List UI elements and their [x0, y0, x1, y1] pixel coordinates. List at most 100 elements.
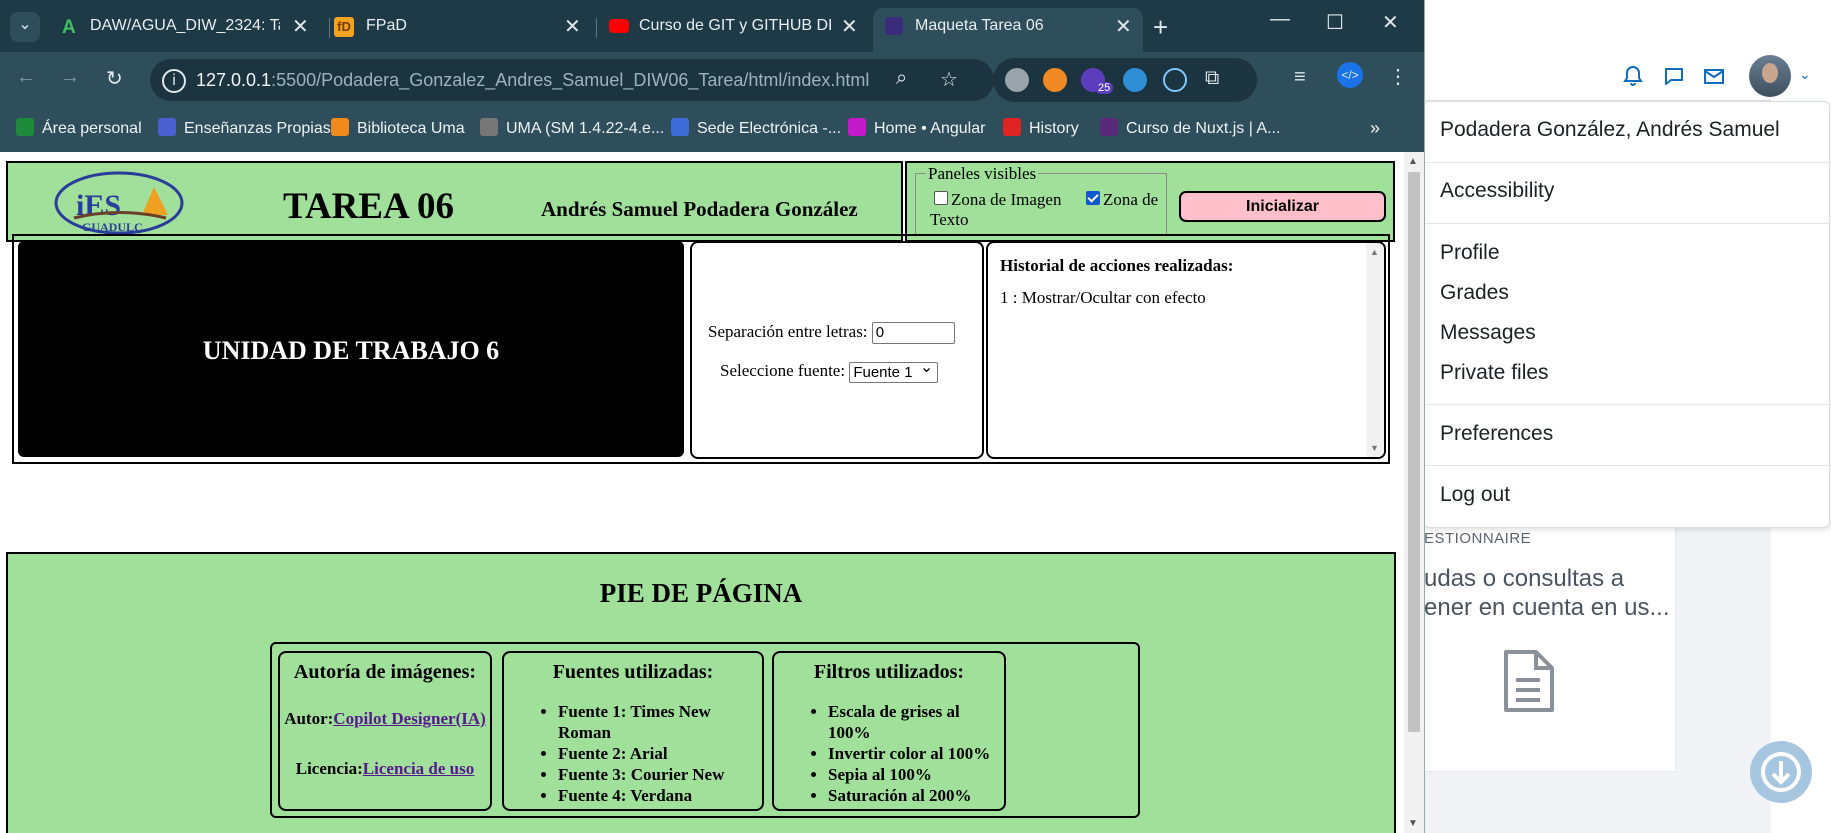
fieldset-legend: Paneles visibles	[926, 164, 1039, 184]
menu-kebab-icon[interactable]: ⋮	[1388, 64, 1408, 89]
bookmark-angular[interactable]: Home • Angular	[848, 118, 985, 138]
extension-icon[interactable]	[1123, 68, 1147, 92]
letter-spacing-input[interactable]: 0	[871, 322, 955, 345]
font-select-row: Seleccione fuente: Fuente 1	[720, 358, 939, 383]
browser-window: ⌄ A DAW/AGUA_DIW_2324: Tare ✕ fD FPaD ✕ …	[0, 0, 1424, 833]
tab-search-chevron-icon[interactable]: ⌄	[10, 12, 40, 42]
footer-info-container: Autoría de imágenes: Autor:Copilot Desig…	[270, 642, 1140, 818]
history-title: Historial de acciones realizadas:	[1000, 256, 1234, 275]
ies-logo: iES GUADULC	[54, 171, 184, 235]
bookmark-area-personal[interactable]: Área personal	[16, 118, 142, 138]
sede-icon	[671, 118, 689, 136]
bookmark-star-icon[interactable]: ☆	[940, 67, 958, 92]
user-dropdown-menu: Podadera González, Andrés Samuel Accessi…	[1423, 101, 1830, 528]
bookmark-sede[interactable]: Sede Electrónica -...	[671, 118, 841, 138]
address-bar[interactable]: i 127.0.0.1:5500/Podadera_Gonzalez_Andre…	[150, 59, 994, 101]
image-zone-panel: UNIDAD DE TRABAJO 6	[18, 241, 684, 457]
scroll-down-button[interactable]	[1750, 741, 1812, 803]
bookmark-nuxt[interactable]: Curso de Nuxt.js | A...	[1100, 118, 1280, 138]
browser-toolbar: ← → ↻ i 127.0.0.1:5500/Podadera_Gonzalez…	[0, 52, 1424, 108]
window-close-icon[interactable]: ✕	[1382, 10, 1399, 35]
history-panel: Historial de acciones realizadas: 1 : Mo…	[986, 241, 1386, 459]
scroll-down-arrow-icon[interactable]: ▼	[1408, 818, 1418, 829]
option-text-zone[interactable]: Zona de	[1086, 190, 1158, 210]
font-select[interactable]: Fuente 1	[849, 358, 939, 383]
scroll-up-arrow-icon[interactable]: ▲	[1370, 247, 1379, 257]
tab-youtube[interactable]: Curso de GIT y GITHUB DESI ✕	[597, 8, 869, 52]
tab-maqueta-active[interactable]: Maqueta Tarea 06 ✕	[873, 8, 1143, 52]
nuxt-icon	[1100, 118, 1118, 136]
unit-title: UNIDAD DE TRABAJO 6	[202, 336, 500, 365]
tab-strip: ⌄ A DAW/AGUA_DIW_2324: Tare ✕ fD FPaD ✕ …	[0, 0, 1424, 52]
questionnaire-label: ESTIONNAIRE	[1424, 530, 1532, 547]
list-item: Saturación al 200%	[828, 785, 1004, 806]
minimize-icon[interactable]: —	[1270, 8, 1290, 31]
extension-icon[interactable]	[1043, 68, 1067, 92]
document-icon	[1502, 650, 1554, 712]
maximize-icon[interactable]: ☐	[1326, 10, 1344, 35]
site-info-icon[interactable]: i	[162, 69, 186, 93]
bookmark-uma[interactable]: UMA (SM 1.4.22-4.e...	[480, 118, 664, 138]
page-title: TAREA 06	[283, 186, 454, 227]
page-scrollbar[interactable]: ▲ ▼	[1404, 152, 1424, 833]
bookmarks-bar: Área personal Enseñanzas Propias Bibliot…	[0, 108, 1424, 152]
checkbox-text-zone[interactable]	[1086, 191, 1100, 205]
settings-extension-icon[interactable]	[1005, 68, 1029, 92]
main-section: UNIDAD DE TRABAJO 6 Separación entre let…	[12, 234, 1390, 464]
scroll-up-arrow-icon[interactable]: ▲	[1408, 156, 1418, 167]
menu-item-logout[interactable]: Log out	[1440, 483, 1510, 507]
devtools-profile-icon[interactable]: </>	[1337, 62, 1363, 88]
bell-icon[interactable]	[1619, 64, 1647, 92]
author-link[interactable]: Copilot Designer(IA)	[333, 709, 486, 728]
questionnaire-text[interactable]: udas o consultas a ener en cuenta en us.…	[1424, 564, 1674, 622]
angular-icon	[848, 118, 866, 136]
initialize-button[interactable]: Inicializar	[1179, 191, 1386, 222]
zoom-icon[interactable]: ⌕	[896, 67, 907, 90]
bookmark-history[interactable]: History	[1003, 118, 1079, 138]
forward-icon[interactable]: →	[60, 66, 80, 89]
react-icon[interactable]	[1163, 68, 1187, 92]
close-tab-icon[interactable]: ✕	[292, 14, 309, 39]
checkbox-image-zone[interactable]	[934, 191, 948, 205]
back-icon[interactable]: ←	[16, 66, 36, 89]
tab-moodle[interactable]: A DAW/AGUA_DIW_2324: Tare ✕	[48, 8, 328, 52]
close-tab-icon[interactable]: ✕	[841, 14, 858, 39]
youtube-icon	[609, 19, 629, 33]
close-tab-icon[interactable]: ✕	[564, 14, 581, 39]
ep-icon	[158, 118, 176, 136]
menu-item-preferences[interactable]: Preferences	[1440, 422, 1553, 446]
menu-item-accessibility[interactable]: Accessibility	[1440, 179, 1554, 203]
menu-item-grades[interactable]: Grades	[1440, 281, 1509, 305]
license-link[interactable]: Licencia de uso	[363, 759, 474, 778]
scroll-down-arrow-icon[interactable]: ▼	[1370, 443, 1379, 453]
moodle-a-icon	[16, 118, 34, 136]
media-icon[interactable]: ≡	[1294, 66, 1306, 89]
menu-item-private-files[interactable]: Private files	[1440, 361, 1549, 385]
scrollbar-thumb[interactable]	[1408, 172, 1420, 732]
menu-item-profile[interactable]: Profile	[1440, 241, 1500, 265]
history-scrollbar[interactable]: ▲ ▼	[1366, 243, 1384, 457]
reload-icon[interactable]: ↻	[106, 66, 123, 91]
history-icon	[1003, 118, 1021, 136]
menu-item-messages[interactable]: Messages	[1440, 321, 1536, 345]
chevron-down-icon[interactable]: ⌄	[1799, 66, 1811, 83]
tab-fpad[interactable]: fD FPaD ✕	[330, 8, 590, 52]
list-item: Fuente 2: Arial	[558, 743, 762, 764]
letter-spacing-row: Separación entre letras: 0	[708, 322, 955, 345]
uma-icon	[480, 118, 498, 136]
user-avatar[interactable]	[1749, 55, 1791, 97]
url-text[interactable]: 127.0.0.1:5500/Podadera_Gonzalez_Andres_…	[196, 70, 869, 91]
mail-icon[interactable]	[1700, 64, 1728, 92]
list-item: Invertir color al 100%	[828, 743, 1004, 764]
option-image-zone[interactable]: Zona de Imagen	[934, 190, 1061, 210]
bookmark-biblioteca[interactable]: Biblioteca Uma	[331, 118, 465, 138]
extension-badge: 25	[1095, 82, 1114, 94]
close-tab-icon[interactable]: ✕	[1115, 14, 1132, 39]
chat-icon[interactable]	[1660, 64, 1688, 92]
menu-divider	[1424, 465, 1829, 466]
bookmarks-overflow-icon[interactable]: »	[1370, 118, 1380, 139]
new-tab-icon[interactable]: +	[1153, 12, 1168, 43]
page-footer: PIE DE PÁGINA Autoría de imágenes: Autor…	[6, 552, 1396, 833]
bookmark-ensenanzas[interactable]: Enseñanzas Propias	[158, 118, 331, 138]
puzzle-icon[interactable]: ⧉	[1205, 67, 1219, 90]
